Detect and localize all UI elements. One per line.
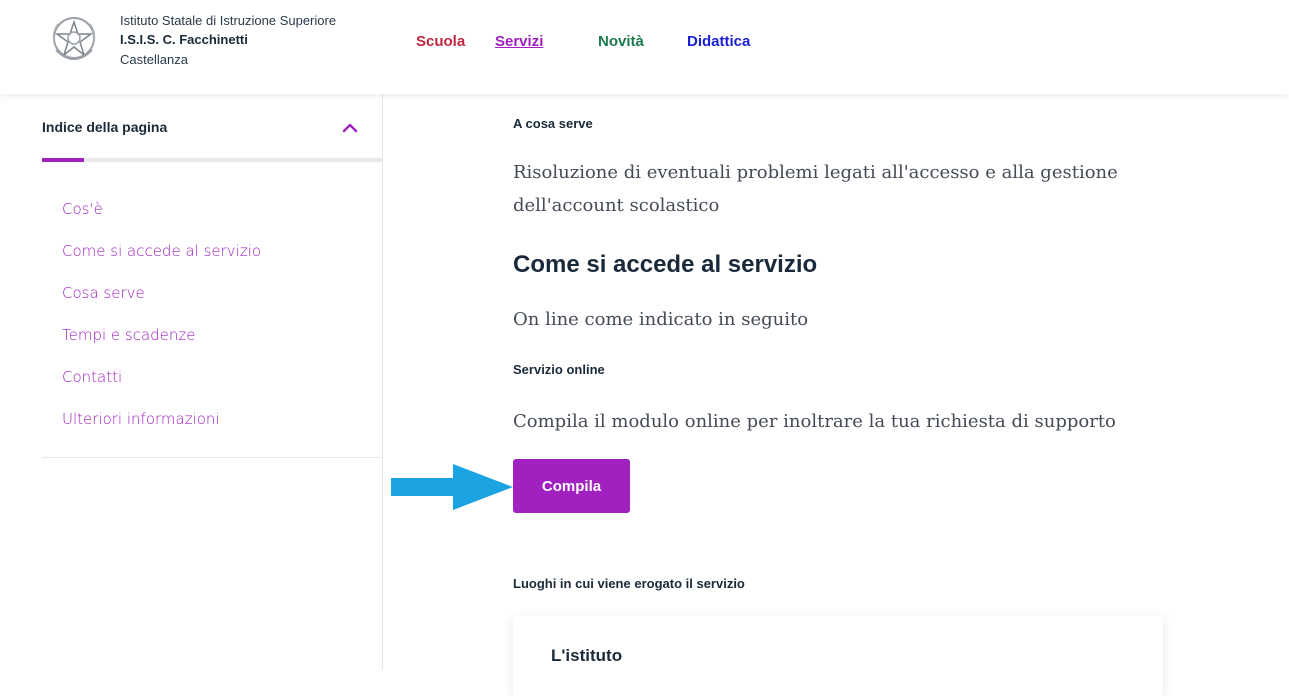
a-cosa-serve-text: Risoluzione di eventuali problemi legati… [513,162,1118,216]
school-city: Castellanza [120,52,188,67]
page-index-item-cose[interactable]: Cos'è [62,200,103,218]
compila-button[interactable]: Compila [513,459,630,513]
page-index-item-ulteriori-informazioni[interactable]: Ulteriori informazioni [62,410,220,428]
a-cosa-serve-label: A cosa serve [513,116,593,131]
site-header: Istituto Statale di Istruzione Superiore… [0,0,1289,94]
page-index-item-contatti[interactable]: Contatti [62,368,122,386]
page-index-progress-track [42,158,382,162]
servizio-online-text: Compila il modulo online per inoltrare l… [513,411,1116,432]
page-index-progress-fill [42,158,84,162]
arrow-right-icon [391,464,513,510]
luoghi-label: Luoghi in cui viene erogato il servizio [513,576,745,591]
service-content: A cosa serve Risoluzione di eventuali pr… [513,94,1213,696]
location-card[interactable]: L'istituto [513,616,1163,696]
page-index-item-come-si-accede[interactable]: Come si accede al servizio [62,242,261,260]
school-name[interactable]: I.S.I.S. C. Facchinetti [120,32,248,47]
nav-servizi[interactable]: Servizi [495,33,543,50]
page-index-title: Indice della pagina [42,119,168,135]
come-si-accede-heading: Come si accede al servizio [513,251,818,278]
page-index-item-cosa-serve[interactable]: Cosa serve [62,284,145,302]
nav-novita[interactable]: Novità [598,33,644,50]
page-index-item-tempi-scadenze[interactable]: Tempi e scadenze [62,326,196,344]
school-type: Istituto Statale di Istruzione Superiore [120,13,337,28]
republic-emblem-icon [52,17,96,60]
nav-didattica[interactable]: Didattica [687,33,750,50]
chevron-up-icon[interactable] [340,118,360,138]
nav-scuola[interactable]: Scuola [416,33,465,50]
come-si-accede-text: On line come indicato in seguito [513,309,809,330]
sidebar-divider [42,457,382,458]
servizio-online-label: Servizio online [513,362,605,377]
page-index-sidebar: Indice della pagina Cos'è Come si accede… [0,94,383,670]
location-card-title: L'istituto [551,646,623,665]
